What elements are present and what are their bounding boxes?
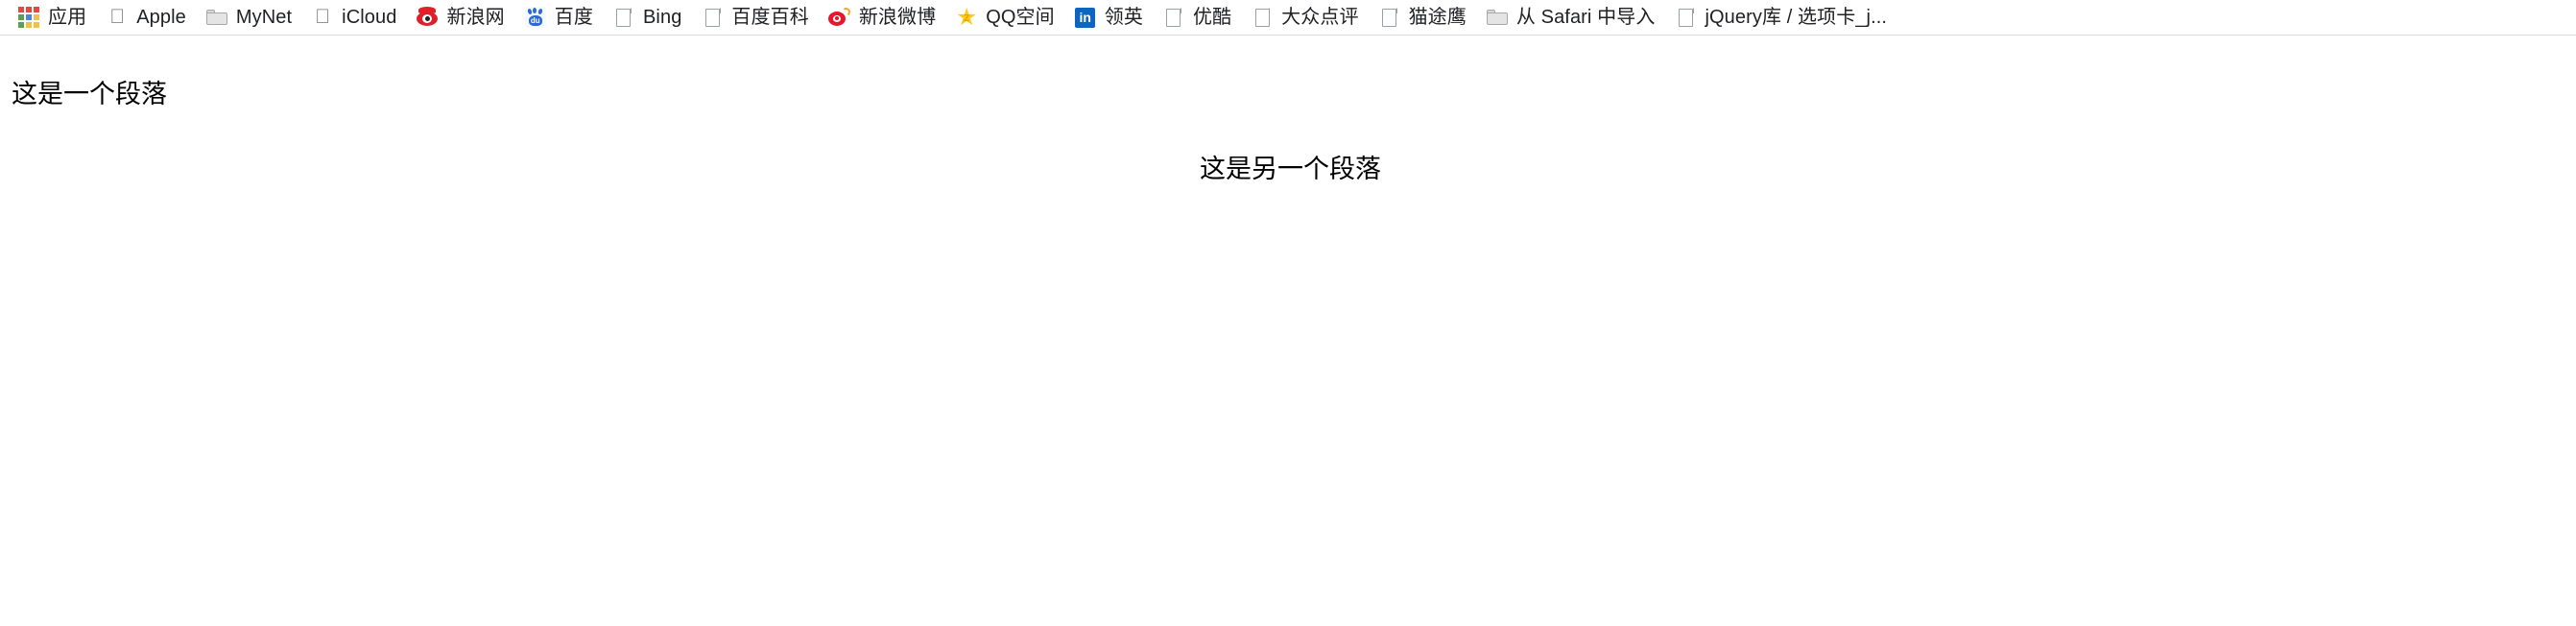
bookmark-label: iCloud [342,7,397,28]
page-icon [1251,6,1274,29]
linkedin-icon: in [1074,6,1097,29]
bookmark-item-jquery-tabs[interactable]: jQuery库 / 选项卡_j... [1666,4,1895,31]
bookmark-item-bing[interactable]: Bing [605,4,689,31]
bookmark-label: 新浪网 [446,7,505,28]
bookmark-item-baidu-baike[interactable]: 百度百科 [693,4,816,31]
bookmark-item-apps[interactable]: 应用 [10,4,94,31]
baidu-paw-icon: du [524,6,547,29]
bookmark-label: 百度 [554,7,593,28]
bookmark-label: Bing [642,7,682,28]
bookmark-item-sina[interactable]: 新浪网 [408,4,512,31]
bookmark-label: 新浪微博 [858,7,937,28]
bookmark-label: Apple [136,7,186,28]
bookmark-item-icloud[interactable]:  iCloud [303,4,404,31]
bookmark-item-dianping[interactable]: 大众点评 [1243,4,1366,31]
folder-icon [205,6,228,29]
bookmarks-bar: 应用  Apple MyNet  iCloud 新浪网 du 百度 Bing [0,0,2576,36]
bookmark-item-youku[interactable]: 优酷 [1155,4,1239,31]
bookmark-label: MyNet [235,7,293,28]
sina-eye-icon [416,6,439,29]
bookmark-label: 应用 [48,7,87,28]
page-icon [701,6,724,29]
folder-icon [1486,6,1509,29]
bookmark-item-linkedin[interactable]: in 领英 [1066,4,1151,31]
bookmark-label: 百度百科 [731,7,809,28]
page-content-area: 这是一个段落 这是另一个段落 [0,36,2576,626]
page-icon [1378,6,1401,29]
bookmark-item-qzone[interactable]: ★ Z QQ空间 [947,4,1062,31]
apps-grid-icon [17,6,40,29]
page-icon [1674,6,1697,29]
bookmark-label: 从 Safari 中导入 [1515,7,1656,28]
bookmark-label: QQ空间 [986,7,1055,28]
bookmark-label: jQuery库 / 选项卡_j... [1705,7,1888,28]
star-icon: ★ Z [956,3,978,31]
bookmark-label: 优酷 [1192,7,1232,28]
apple-icon:  [311,6,334,29]
bookmark-item-mynet[interactable]: MyNet [198,4,299,31]
bookmark-item-safari-import[interactable]: 从 Safari 中导入 [1478,4,1663,31]
paragraph-second: 这是另一个段落 [1200,155,1381,184]
bookmark-label: 大众点评 [1281,7,1359,28]
bookmark-item-tripadvisor[interactable]: 猫途鹰 [1371,4,1474,31]
bookmark-item-baidu[interactable]: du 百度 [516,4,601,31]
paragraph-first: 这是一个段落 [12,80,167,109]
bookmark-item-apple[interactable]:  Apple [98,4,194,31]
bookmark-label: 领英 [1104,7,1143,28]
page-icon [1162,6,1185,29]
bookmark-label: 猫途鹰 [1408,7,1467,28]
bookmark-item-weibo[interactable]: 新浪微博 [821,4,943,31]
apple-icon:  [106,6,129,29]
weibo-icon [828,6,852,29]
page-icon [612,6,635,29]
